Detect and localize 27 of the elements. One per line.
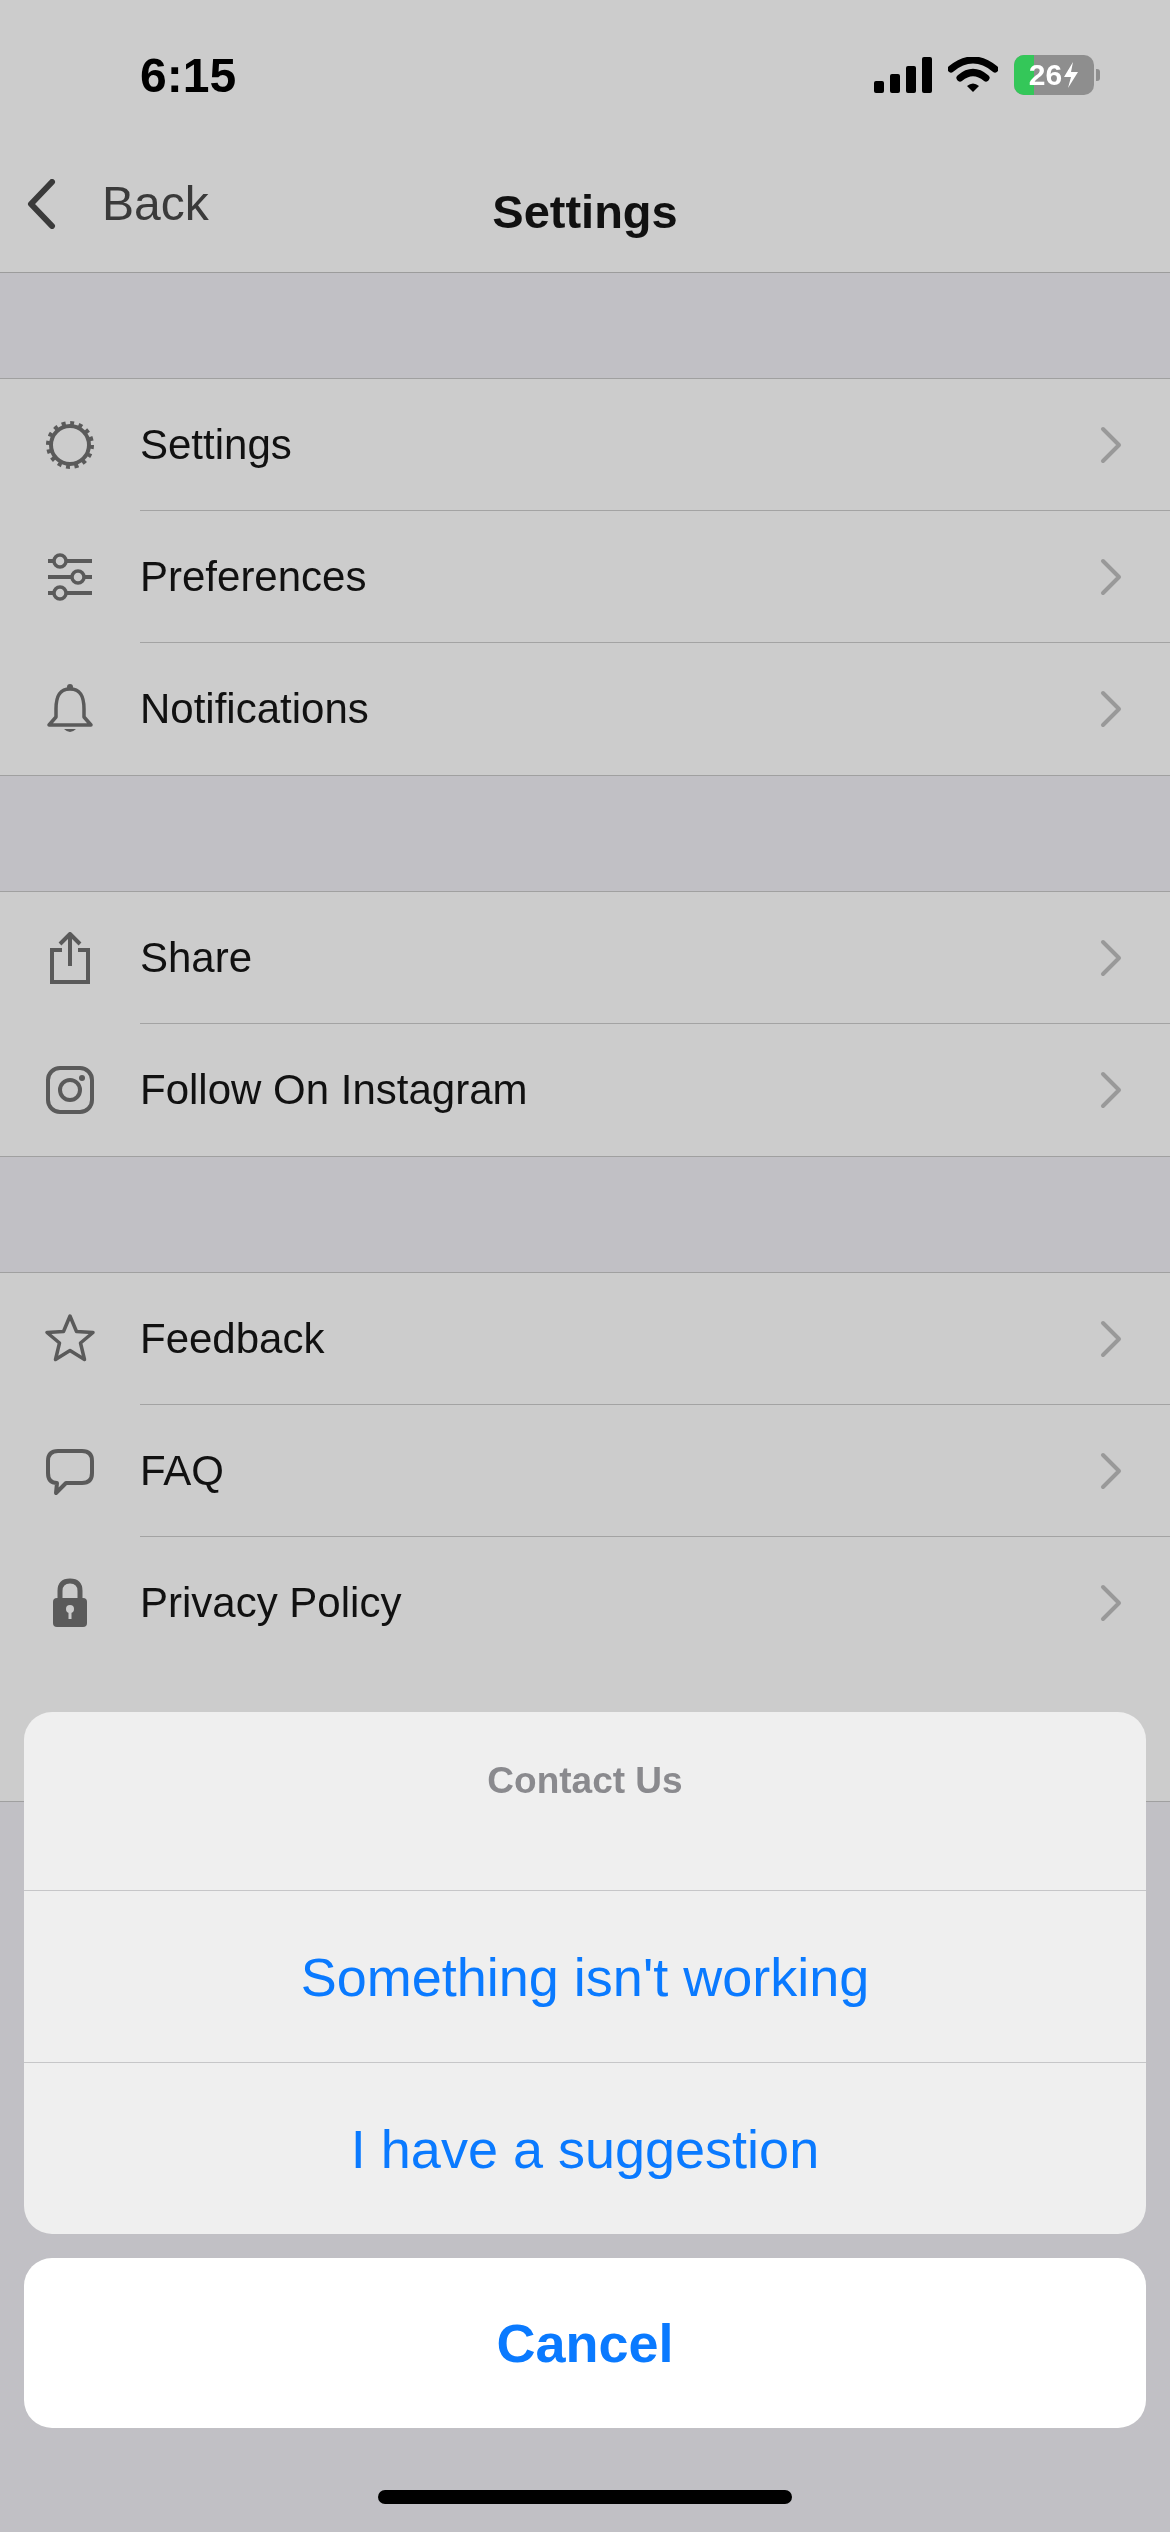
back-icon bbox=[26, 178, 56, 229]
back-button[interactable]: Back bbox=[26, 176, 209, 231]
gear-icon bbox=[44, 419, 96, 471]
settings-row[interactable]: Preferences bbox=[0, 511, 1170, 643]
chevron-icon bbox=[1100, 1319, 1122, 1358]
chevron-icon bbox=[1100, 425, 1122, 464]
wifi-icon bbox=[948, 57, 998, 93]
signal-icon bbox=[874, 57, 932, 93]
bell-icon bbox=[44, 683, 96, 735]
chevron-icon bbox=[1100, 690, 1122, 728]
status-time: 6:15 bbox=[140, 47, 237, 103]
chevron-icon bbox=[1100, 557, 1122, 596]
settings-row[interactable]: Privacy Policy bbox=[0, 1537, 1170, 1669]
chevron-icon bbox=[1100, 1451, 1122, 1490]
chevron-icon bbox=[1100, 1071, 1122, 1109]
chevron-icon bbox=[1100, 938, 1122, 977]
settings-row[interactable]: Feedback bbox=[0, 1273, 1170, 1405]
camera-icon bbox=[44, 1064, 96, 1116]
settings-row[interactable]: Follow On Instagram bbox=[0, 1024, 1170, 1156]
settings-row[interactable]: Settings bbox=[0, 379, 1170, 511]
nav-title: Settings bbox=[492, 183, 678, 239]
cancel-button[interactable]: Cancel bbox=[24, 2258, 1146, 2428]
settings-row[interactable]: FAQ bbox=[0, 1405, 1170, 1537]
chevron-icon bbox=[1100, 1584, 1122, 1622]
settings-row[interactable]: Notifications bbox=[0, 643, 1170, 775]
settings-row[interactable]: Share bbox=[0, 892, 1170, 1024]
sheet-title: Contact Us bbox=[486, 1759, 684, 1803]
